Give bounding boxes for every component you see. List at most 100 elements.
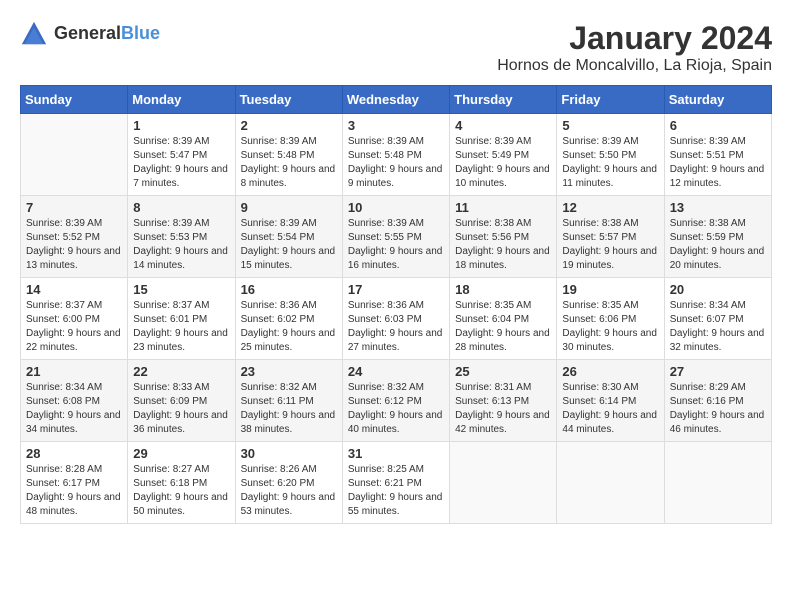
weekday-header-sunday: Sunday [21,86,128,114]
calendar-cell: 8 Sunrise: 8:39 AM Sunset: 5:53 PM Dayli… [128,196,235,278]
sunset-time: Sunset: 6:01 PM [133,313,229,327]
daylight-hours: Daylight: 9 hours and 38 minutes. [241,409,337,437]
sunrise-time: Sunrise: 8:27 AM [133,463,229,477]
calendar-cell: 23 Sunrise: 8:32 AM Sunset: 6:11 PM Dayl… [235,360,342,442]
day-info: Sunrise: 8:36 AM Sunset: 6:03 PM Dayligh… [348,299,444,355]
weekday-header-tuesday: Tuesday [235,86,342,114]
calendar-week-row: 28 Sunrise: 8:28 AM Sunset: 6:17 PM Dayl… [21,442,772,524]
calendar-cell [557,442,664,524]
calendar-week-row: 7 Sunrise: 8:39 AM Sunset: 5:52 PM Dayli… [21,196,772,278]
day-info: Sunrise: 8:34 AM Sunset: 6:08 PM Dayligh… [26,381,122,437]
day-number: 26 [562,364,658,379]
daylight-hours: Daylight: 9 hours and 50 minutes. [133,491,229,519]
sunrise-time: Sunrise: 8:39 AM [562,135,658,149]
calendar-cell: 17 Sunrise: 8:36 AM Sunset: 6:03 PM Dayl… [342,278,449,360]
day-number: 2 [241,118,337,133]
calendar-cell: 18 Sunrise: 8:35 AM Sunset: 6:04 PM Dayl… [450,278,557,360]
sunrise-time: Sunrise: 8:26 AM [241,463,337,477]
day-info: Sunrise: 8:27 AM Sunset: 6:18 PM Dayligh… [133,463,229,519]
day-info: Sunrise: 8:34 AM Sunset: 6:07 PM Dayligh… [670,299,766,355]
calendar-cell: 9 Sunrise: 8:39 AM Sunset: 5:54 PM Dayli… [235,196,342,278]
day-info: Sunrise: 8:37 AM Sunset: 6:00 PM Dayligh… [26,299,122,355]
logo-text-blue: Blue [121,23,160,43]
daylight-hours: Daylight: 9 hours and 44 minutes. [562,409,658,437]
calendar-cell: 12 Sunrise: 8:38 AM Sunset: 5:57 PM Dayl… [557,196,664,278]
sunset-time: Sunset: 5:48 PM [348,149,444,163]
day-number: 6 [670,118,766,133]
calendar-cell: 30 Sunrise: 8:26 AM Sunset: 6:20 PM Dayl… [235,442,342,524]
day-number: 27 [670,364,766,379]
day-info: Sunrise: 8:39 AM Sunset: 5:48 PM Dayligh… [348,135,444,191]
calendar-cell: 22 Sunrise: 8:33 AM Sunset: 6:09 PM Dayl… [128,360,235,442]
logo-icon [20,20,48,48]
weekday-header-wednesday: Wednesday [342,86,449,114]
month-title: January 2024 [497,20,772,57]
daylight-hours: Daylight: 9 hours and 20 minutes. [670,245,766,273]
day-info: Sunrise: 8:39 AM Sunset: 5:51 PM Dayligh… [670,135,766,191]
calendar-table: SundayMondayTuesdayWednesdayThursdayFrid… [20,85,772,524]
calendar-cell: 5 Sunrise: 8:39 AM Sunset: 5:50 PM Dayli… [557,114,664,196]
logo: GeneralBlue [20,20,160,48]
calendar-cell: 6 Sunrise: 8:39 AM Sunset: 5:51 PM Dayli… [664,114,771,196]
daylight-hours: Daylight: 9 hours and 46 minutes. [670,409,766,437]
sunrise-time: Sunrise: 8:29 AM [670,381,766,395]
title-block: January 2024 Hornos de Moncalvillo, La R… [497,20,772,75]
sunset-time: Sunset: 5:51 PM [670,149,766,163]
day-number: 28 [26,446,122,461]
day-number: 8 [133,200,229,215]
sunset-time: Sunset: 6:12 PM [348,395,444,409]
sunset-time: Sunset: 5:48 PM [241,149,337,163]
day-info: Sunrise: 8:37 AM Sunset: 6:01 PM Dayligh… [133,299,229,355]
sunrise-time: Sunrise: 8:37 AM [26,299,122,313]
day-info: Sunrise: 8:35 AM Sunset: 6:06 PM Dayligh… [562,299,658,355]
day-number: 16 [241,282,337,297]
daylight-hours: Daylight: 9 hours and 13 minutes. [26,245,122,273]
weekday-header-monday: Monday [128,86,235,114]
day-info: Sunrise: 8:39 AM Sunset: 5:54 PM Dayligh… [241,217,337,273]
day-info: Sunrise: 8:32 AM Sunset: 6:11 PM Dayligh… [241,381,337,437]
calendar-cell: 3 Sunrise: 8:39 AM Sunset: 5:48 PM Dayli… [342,114,449,196]
calendar-cell: 7 Sunrise: 8:39 AM Sunset: 5:52 PM Dayli… [21,196,128,278]
calendar-cell: 28 Sunrise: 8:28 AM Sunset: 6:17 PM Dayl… [21,442,128,524]
sunrise-time: Sunrise: 8:25 AM [348,463,444,477]
calendar-cell: 27 Sunrise: 8:29 AM Sunset: 6:16 PM Dayl… [664,360,771,442]
sunset-time: Sunset: 5:49 PM [455,149,551,163]
day-number: 30 [241,446,337,461]
sunrise-time: Sunrise: 8:36 AM [241,299,337,313]
day-info: Sunrise: 8:31 AM Sunset: 6:13 PM Dayligh… [455,381,551,437]
day-number: 18 [455,282,551,297]
day-number: 12 [562,200,658,215]
day-number: 9 [241,200,337,215]
day-number: 25 [455,364,551,379]
daylight-hours: Daylight: 9 hours and 22 minutes. [26,327,122,355]
day-number: 10 [348,200,444,215]
calendar-cell: 15 Sunrise: 8:37 AM Sunset: 6:01 PM Dayl… [128,278,235,360]
calendar-cell: 19 Sunrise: 8:35 AM Sunset: 6:06 PM Dayl… [557,278,664,360]
day-number: 11 [455,200,551,215]
sunrise-time: Sunrise: 8:39 AM [455,135,551,149]
day-number: 20 [670,282,766,297]
daylight-hours: Daylight: 9 hours and 30 minutes. [562,327,658,355]
sunrise-time: Sunrise: 8:39 AM [348,217,444,231]
sunset-time: Sunset: 6:08 PM [26,395,122,409]
day-number: 3 [348,118,444,133]
day-number: 29 [133,446,229,461]
sunset-time: Sunset: 5:59 PM [670,231,766,245]
calendar-cell: 20 Sunrise: 8:34 AM Sunset: 6:07 PM Dayl… [664,278,771,360]
sunrise-time: Sunrise: 8:32 AM [241,381,337,395]
daylight-hours: Daylight: 9 hours and 25 minutes. [241,327,337,355]
weekday-header-friday: Friday [557,86,664,114]
sunrise-time: Sunrise: 8:32 AM [348,381,444,395]
sunset-time: Sunset: 5:50 PM [562,149,658,163]
calendar-week-row: 14 Sunrise: 8:37 AM Sunset: 6:00 PM Dayl… [21,278,772,360]
daylight-hours: Daylight: 9 hours and 9 minutes. [348,163,444,191]
calendar-cell: 21 Sunrise: 8:34 AM Sunset: 6:08 PM Dayl… [21,360,128,442]
sunset-time: Sunset: 6:14 PM [562,395,658,409]
daylight-hours: Daylight: 9 hours and 10 minutes. [455,163,551,191]
daylight-hours: Daylight: 9 hours and 14 minutes. [133,245,229,273]
calendar-week-row: 21 Sunrise: 8:34 AM Sunset: 6:08 PM Dayl… [21,360,772,442]
calendar-cell [450,442,557,524]
daylight-hours: Daylight: 9 hours and 36 minutes. [133,409,229,437]
day-number: 22 [133,364,229,379]
daylight-hours: Daylight: 9 hours and 11 minutes. [562,163,658,191]
